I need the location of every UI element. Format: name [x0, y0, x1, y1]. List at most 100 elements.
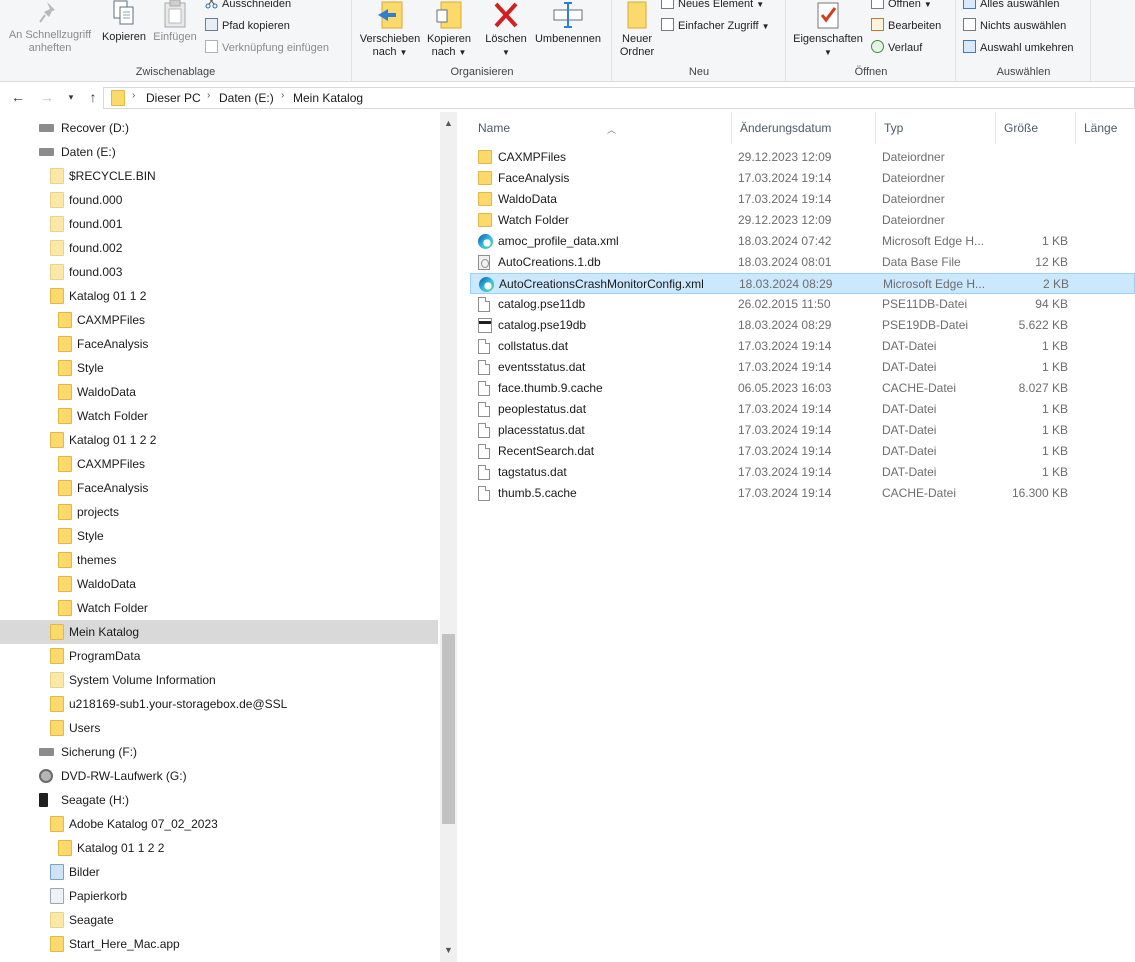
delete-button[interactable]: Löschen ▼ [481, 0, 531, 59]
file-type: Dateiordner [882, 192, 945, 206]
file-row[interactable]: amoc_profile_data.xml 18.03.2024 07:42 Mic… [470, 231, 1135, 252]
cut-button[interactable]: Ausschneiden [205, 0, 291, 13]
chevron-down-icon: ▼ [502, 48, 510, 57]
tree-item[interactable]: themes [0, 548, 438, 572]
properties-button[interactable]: Eigenschaften ▼ [789, 0, 867, 59]
tree-item[interactable]: Bilder [0, 860, 438, 884]
tree-item[interactable]: System Volume Information [0, 668, 438, 692]
breadcrumb-this-pc[interactable]: Dieser PC [146, 91, 201, 105]
open-button[interactable]: Öffnen ▼ [871, 0, 932, 13]
file-row[interactable]: WaldoData 17.03.2024 19:14 Dateiordner [470, 189, 1135, 210]
tree-item[interactable]: Daten (E:) [0, 140, 438, 164]
scroll-down-arrow-icon[interactable]: ▼ [440, 942, 457, 959]
tree-item[interactable]: Style [0, 524, 438, 548]
file-row[interactable]: peoplestatus.dat 17.03.2024 19:14 DAT-Date… [470, 399, 1135, 420]
breadcrumb-drive[interactable]: Daten (E:) [219, 91, 274, 105]
tree-item[interactable]: Katalog 01 1 2 2 [0, 428, 438, 452]
tree-item[interactable]: Seagate [0, 908, 438, 932]
invert-selection-button[interactable]: Auswahl umkehren [963, 39, 1074, 57]
column-header-size[interactable]: Größe [996, 112, 1076, 144]
tree-item[interactable]: Watch Folder [0, 404, 438, 428]
tree-item[interactable]: FaceAnalysis [0, 332, 438, 356]
move-to-button[interactable]: Verschieben nach ▼ [357, 0, 423, 59]
rename-button[interactable]: Umbenennen [531, 0, 605, 46]
file-row[interactable]: FaceAnalysis 17.03.2024 19:14 Dateiordner [470, 168, 1135, 189]
column-header-name[interactable]: Name ︿ [470, 112, 732, 144]
up-arrow-icon[interactable]: ↑ [84, 88, 102, 106]
tree-item[interactable]: u218169-sub1.your-storagebox.de@SSL [0, 692, 438, 716]
tree-item[interactable]: Katalog 01 1 2 2 [0, 836, 438, 860]
column-header-date[interactable]: Änderungsdatum [732, 112, 876, 144]
new-item-button[interactable]: Neues Element ▼ [661, 0, 764, 13]
tree-item[interactable]: Papierkorb [0, 884, 438, 908]
file-row[interactable]: AutoCreations.1.db 18.03.2024 08:01 Data B… [470, 252, 1135, 273]
column-header-length[interactable]: Länge [1076, 112, 1135, 144]
file-row[interactable]: face.thumb.9.cache 06.05.2023 16:03 CACHE-… [470, 378, 1135, 399]
tree-item[interactable]: found.000 [0, 188, 438, 212]
tree-item[interactable]: Katalog 01 1 2 [0, 284, 438, 308]
file-row[interactable]: tagstatus.dat 17.03.2024 19:14 DAT-Datei 1 … [470, 462, 1135, 483]
edit-label: Bearbeiten [888, 20, 942, 32]
paste-button[interactable]: Einfügen [150, 0, 200, 44]
tree-item[interactable]: Adobe Katalog 07_02_2023 [0, 812, 438, 836]
tree-item[interactable]: WaldoData [0, 572, 438, 596]
tree-item[interactable]: Style [0, 356, 438, 380]
database-file-icon [478, 255, 490, 270]
file-row[interactable]: catalog.pse19db 18.03.2024 08:29 PSE19DB-D… [470, 315, 1135, 336]
recent-locations-chevron-icon[interactable]: ▾ [62, 88, 80, 106]
select-all-button[interactable]: Alles auswählen [963, 0, 1060, 13]
breadcrumb-current-folder[interactable]: Mein Katalog [293, 91, 363, 105]
back-arrow-icon[interactable]: ← [9, 88, 27, 106]
forward-arrow-icon[interactable]: → [38, 88, 56, 106]
file-row[interactable]: eventsstatus.dat 17.03.2024 19:14 DAT-Date… [470, 357, 1135, 378]
tree-item[interactable]: Users [0, 716, 438, 740]
tree-item[interactable]: Recover (D:) [0, 116, 438, 140]
tree-item[interactable]: Watch Folder [0, 596, 438, 620]
file-row[interactable]: thumb.5.cache 17.03.2024 19:14 CACHE-Datei… [470, 483, 1135, 504]
scroll-up-arrow-icon[interactable]: ▲ [440, 115, 457, 132]
tree-item[interactable]: Sicherung (F:) [0, 740, 438, 764]
file-row[interactable]: catalog.pse11db 26.02.2015 11:50 PSE11DB-D… [470, 294, 1135, 315]
tree-item-label: Watch Folder [77, 409, 148, 423]
history-button[interactable]: Verlauf [871, 39, 922, 57]
tree-item[interactable]: Seagate (H:) [0, 788, 438, 812]
copy-button[interactable]: Kopieren [100, 0, 148, 44]
tree-item[interactable]: ProgramData [0, 644, 438, 668]
easy-access-button[interactable]: Einfacher Zugriff ▼ [661, 17, 770, 35]
pin-quick-access-button[interactable]: An Schnellzugriff anheften [4, 0, 96, 55]
open-group-label: Öffnen [854, 66, 888, 78]
tree-item[interactable]: found.002 [0, 236, 438, 260]
file-row[interactable]: placesstatus.dat 17.03.2024 19:14 DAT-Date… [470, 420, 1135, 441]
select-none-button[interactable]: Nichts auswählen [963, 17, 1066, 35]
tree-item[interactable]: projects [0, 500, 438, 524]
edit-button[interactable]: Bearbeiten [871, 17, 941, 35]
scissors-icon [205, 0, 218, 9]
tree-item-label: Start_Here_Mac.app [69, 937, 180, 951]
address-input[interactable]: › Dieser PC › Daten (E:) › Mein Katalog [103, 87, 1135, 109]
file-row[interactable]: Watch Folder 29.12.2023 12:09 Dateiordner [470, 210, 1135, 231]
file-row[interactable]: CAXMPFiles 29.12.2023 12:09 Dateiordner [470, 147, 1135, 168]
tree-item[interactable]: CAXMPFiles [0, 308, 438, 332]
tree-item[interactable]: found.003 [0, 260, 438, 284]
folder-light-icon [50, 192, 64, 208]
file-row[interactable]: RecentSearch.dat 17.03.2024 19:14 DAT-Date… [470, 441, 1135, 462]
tree-item[interactable]: CAXMPFiles [0, 452, 438, 476]
column-header-type[interactable]: Typ [876, 112, 996, 144]
tree-scrollbar[interactable]: ▲ ▼ [440, 112, 457, 962]
tree-item[interactable]: $RECYCLE.BIN [0, 164, 438, 188]
file-row[interactable]: AutoCreationsCrashMonitorConfig.xml 18.03… [470, 273, 1135, 294]
copy-to-button[interactable]: Kopieren nach ▼ [423, 0, 475, 59]
tree-item[interactable]: Start_Here_Mac.app [0, 932, 438, 956]
column-header-size-label: Größe [1004, 121, 1039, 135]
folder-icon [58, 456, 72, 472]
tree-item[interactable]: Mein Katalog [0, 620, 438, 644]
paste-shortcut-button[interactable]: Verknüpfung einfügen [205, 39, 329, 57]
tree-item[interactable]: WaldoData [0, 380, 438, 404]
scrollbar-thumb[interactable] [442, 634, 455, 824]
tree-item[interactable]: found.001 [0, 212, 438, 236]
tree-item[interactable]: DVD-RW-Laufwerk (G:) [0, 764, 438, 788]
copy-path-button[interactable]: Pfad kopieren [205, 17, 290, 35]
file-row[interactable]: collstatus.dat 17.03.2024 19:14 DAT-Datei 1… [470, 336, 1135, 357]
new-folder-button[interactable]: Neuer Ordner [615, 0, 659, 59]
tree-item[interactable]: FaceAnalysis [0, 476, 438, 500]
